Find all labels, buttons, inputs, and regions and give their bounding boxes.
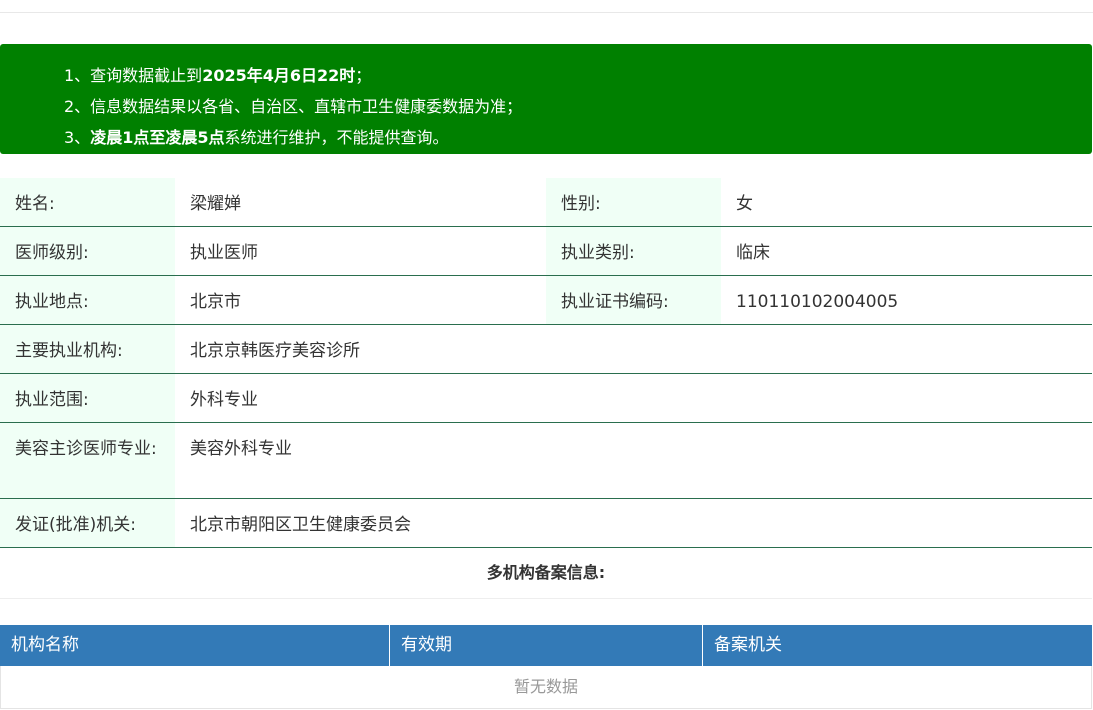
info-row-name: 姓名: 梁耀婵 性别: 女 (0, 178, 1092, 227)
cert-value: 110110102004005 (736, 292, 899, 312)
cosmetic-label: 美容主诊医师专业: (0, 423, 175, 498)
doctor-info-table: 姓名: 梁耀婵 性别: 女 医师级别: 执业医师 执业类别: 临床 执业地点: … (0, 178, 1092, 548)
info-row-scope: 执业范围: 外科专业 (0, 374, 1092, 423)
level-label: 医师级别: (0, 227, 175, 275)
gender-label: 性别: (546, 178, 721, 226)
notice-line-3: 3、凌晨1点至凌晨5点系统进行维护，不能提供查询。 (64, 128, 449, 147)
issuer-label: 发证(批准)机关: (0, 499, 175, 547)
notice-line-2: 2、信息数据结果以各省、自治区、直辖市卫生健康委数据为准； (64, 97, 523, 116)
info-row-issuer: 发证(批准)机关: 北京市朝阳区卫生健康委员会 (0, 499, 1092, 548)
cosmetic-value: 美容外科专业 (190, 439, 292, 459)
category-value: 临床 (736, 243, 770, 263)
scope-value: 外科专业 (190, 390, 258, 410)
info-row-institution: 主要执业机构: 北京京韩医疗美容诊所 (0, 325, 1092, 374)
name-label: 姓名: (0, 178, 175, 226)
column-header-validity: 有效期 (390, 625, 703, 666)
empty-state-text: 暂无数据 (0, 666, 1092, 709)
category-label: 执业类别: (546, 227, 721, 275)
info-row-level: 医师级别: 执业医师 执业类别: 临床 (0, 227, 1092, 276)
institution-label: 主要执业机构: (0, 325, 175, 373)
notice-line-1: 1、查询数据截止到2025年4月6日22时； (64, 66, 372, 85)
gender-value: 女 (736, 194, 753, 214)
info-row-location: 执业地点: 北京市 执业证书编码: 110110102004005 (0, 276, 1092, 325)
top-divider (0, 12, 1093, 13)
level-value: 执业医师 (190, 243, 258, 263)
multi-institution-title: 多机构备案信息: (0, 546, 1092, 599)
institution-value: 北京京韩医疗美容诊所 (190, 341, 360, 361)
cert-label: 执业证书编码: (546, 276, 721, 324)
scope-label: 执业范围: (0, 374, 175, 422)
column-header-authority: 备案机关 (714, 635, 782, 655)
name-value: 梁耀婵 (190, 194, 241, 214)
location-value: 北京市 (190, 292, 241, 312)
issuer-value: 北京市朝阳区卫生健康委员会 (190, 515, 411, 535)
table-header: 机构名称 有效期 备案机关 (0, 625, 1092, 666)
notice-banner: 1、查询数据截止到2025年4月6日22时； 2、信息数据结果以各省、自治区、直… (0, 44, 1092, 154)
location-label: 执业地点: (0, 276, 175, 324)
info-row-cosmetic: 美容主诊医师专业: 美容外科专业 (0, 423, 1092, 499)
column-header-institution: 机构名称 (0, 625, 390, 666)
multi-institution-table: 机构名称 有效期 备案机关 暂无数据 (0, 625, 1092, 709)
